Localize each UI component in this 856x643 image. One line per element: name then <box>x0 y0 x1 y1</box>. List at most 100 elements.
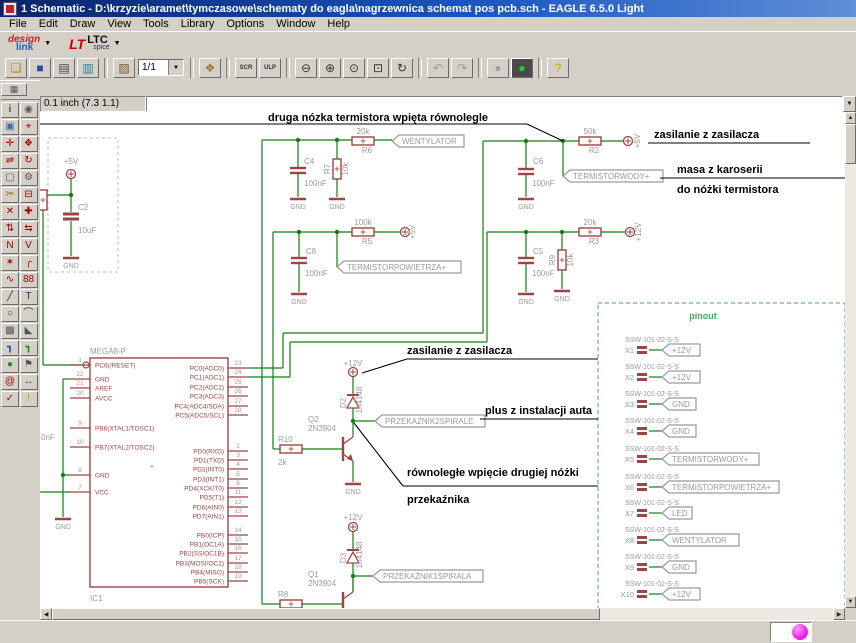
svg-text:12: 12 <box>234 499 242 506</box>
toolbar-separator <box>104 58 108 78</box>
svg-text:X5: X5 <box>625 455 634 464</box>
tool-rect-icon[interactable]: ▩ <box>1 323 19 339</box>
menu-library[interactable]: Library <box>175 18 221 30</box>
chevron-down-icon[interactable]: ▼ <box>44 40 51 47</box>
tool-group-icon[interactable]: ▢ <box>1 170 19 186</box>
menu-tools[interactable]: Tools <box>137 18 175 30</box>
command-history-dropdown[interactable]: ▼ <box>843 96 856 112</box>
save-icon[interactable]: ■ <box>29 58 51 78</box>
svg-text:21: 21 <box>76 380 84 387</box>
design-link-button[interactable]: design link ▼ <box>8 36 59 52</box>
tool-add-icon[interactable]: ✚ <box>20 204 38 220</box>
horizontal-scroll-thumb[interactable] <box>52 608 600 620</box>
tool-circle-icon[interactable]: ○ <box>1 306 19 322</box>
svg-text:R6: R6 <box>362 146 373 155</box>
board-icon[interactable]: ▧ <box>113 58 135 78</box>
svg-text:TERMISTORWODY+: TERMISTORWODY+ <box>672 455 749 464</box>
tool-junction-icon[interactable]: ● <box>1 357 19 373</box>
ltc-spice-button[interactable]: LT LTC spice ▼ <box>69 36 128 52</box>
scroll-left-icon[interactable]: ◀ <box>40 608 52 620</box>
undo-icon[interactable]: ↶ <box>427 58 449 78</box>
svg-text:0nF: 0nF <box>41 433 55 442</box>
run-script-icon[interactable]: SCR <box>235 58 257 78</box>
tool-delete-icon[interactable]: ✕ <box>1 204 19 220</box>
help-icon[interactable]: ? <box>547 58 569 78</box>
vertical-scroll-thumb[interactable] <box>845 124 856 164</box>
scroll-down-icon[interactable]: ▼ <box>845 596 856 608</box>
tool-value-icon[interactable]: V <box>20 238 38 254</box>
tool-split-icon[interactable]: ∿ <box>1 272 19 288</box>
tool-gateswap-icon[interactable]: ⇆ <box>20 221 38 237</box>
titlebar[interactable]: 1 Schematic - D:\krzyzie\aramet\tymczaso… <box>0 0 856 17</box>
tool-buttons: i◉▣⌖✛❖⇌↻▢⚙✂⊟✕✚⇅⇆NV✶╭∿88╱T○⌒▩◣┓┓●⚑@↔✓! <box>1 99 40 408</box>
tool-display-icon[interactable]: ▣ <box>1 119 19 135</box>
svg-text:C6: C6 <box>533 157 544 166</box>
tool-dimension-icon[interactable]: ↔ <box>20 374 38 390</box>
run-ulp-icon[interactable]: ULP <box>259 58 281 78</box>
stop-icon[interactable]: ● <box>487 58 509 78</box>
tool-net-icon[interactable]: ┓ <box>20 340 38 356</box>
menu-file[interactable]: File <box>3 18 33 30</box>
svg-text:PB6(XTAL1/TOSC1): PB6(XTAL1/TOSC1) <box>95 426 154 433</box>
tool-erc-icon[interactable]: ✓ <box>1 391 19 407</box>
menu-window[interactable]: Window <box>270 18 321 30</box>
menu-options[interactable]: Options <box>220 18 270 30</box>
chevron-down-icon[interactable]: ▼ <box>168 60 183 75</box>
tool-bus-icon[interactable]: ┓ <box>1 340 19 356</box>
grid-icon[interactable]: ▦ <box>1 83 27 96</box>
svg-text:GND: GND <box>95 377 110 384</box>
tool-show-icon[interactable]: ◉ <box>20 102 38 118</box>
tool-attribute-icon[interactable]: @ <box>1 374 19 390</box>
scroll-right-icon[interactable]: ▶ <box>833 608 845 620</box>
tool-wire-icon[interactable]: ╱ <box>1 289 19 305</box>
svg-text:PB5(SCK): PB5(SCK) <box>194 579 224 586</box>
zoom-in-icon[interactable]: ⊕ <box>319 58 341 78</box>
zoom-fit-icon[interactable]: ⊡ <box>367 58 389 78</box>
tool-paste-icon[interactable]: ⊟ <box>20 187 38 203</box>
schematic-canvas[interactable]: GNDGNDGNDGNDGNDGNDGNDGNDGNDWENTYLATORTER… <box>40 112 845 608</box>
horizontal-scrollbar[interactable]: ◀ ▶ <box>40 608 845 620</box>
tool-label-icon[interactable]: ⚑ <box>20 357 38 373</box>
tool-arc-icon[interactable]: ⌒ <box>20 306 38 322</box>
print-icon[interactable]: ▤ <box>53 58 75 78</box>
tool-rotate-icon[interactable]: ↻ <box>20 153 38 169</box>
addon-toolbar: design link ▼ LT LTC spice ▼ <box>0 31 856 55</box>
command-input[interactable] <box>146 96 843 112</box>
redo-icon[interactable]: ↷ <box>451 58 473 78</box>
use-icon[interactable]: ❖ <box>199 58 221 78</box>
tool-polygon-icon[interactable]: ◣ <box>20 323 38 339</box>
tool-name-icon[interactable]: N <box>1 238 19 254</box>
open-icon[interactable]: ❏ <box>5 58 27 78</box>
scroll-up-icon[interactable]: ▲ <box>845 112 856 124</box>
cam-processor-icon[interactable]: ▥ <box>77 58 99 78</box>
zoom-out-icon[interactable]: ⊖ <box>295 58 317 78</box>
tool-invoke-icon[interactable]: 88 <box>20 272 38 288</box>
go-icon[interactable]: ● <box>511 58 533 78</box>
tool-mark-icon[interactable]: ⌖ <box>20 119 38 135</box>
zoom-redraw-icon[interactable]: ↻ <box>391 58 413 78</box>
tool-cut-icon[interactable]: ✂ <box>1 187 19 203</box>
resistors[interactable] <box>40 137 601 608</box>
tool-pinswap-icon[interactable]: ⇅ <box>1 221 19 237</box>
annotations[interactable]: druga nózka termistora wpięta równolegle… <box>40 112 845 506</box>
ic-mega8[interactable]: MEGA8-PIC11PC6(/RESET)22GND21AREF20AVCC9… <box>70 347 248 603</box>
tool-miter-icon[interactable]: ╭ <box>20 255 38 271</box>
tool-smash-icon[interactable]: ✶ <box>1 255 19 271</box>
menu-edit[interactable]: Edit <box>33 18 64 30</box>
tool-move-icon[interactable]: ✛ <box>1 136 19 152</box>
pinout-box[interactable]: pinoutSSW-101-02-S-SX1+12VSSW-101-02-S-S… <box>598 303 845 608</box>
vertical-scrollbar[interactable]: ▲ ▼ <box>845 112 856 608</box>
tool-errors-icon[interactable]: ! <box>20 391 38 407</box>
tool-info-icon[interactable]: i <box>1 102 19 118</box>
tool-text-icon[interactable]: T <box>20 289 38 305</box>
menu-help[interactable]: Help <box>321 18 356 30</box>
magenta-indicator-icon[interactable] <box>792 624 808 640</box>
zoom-select-icon[interactable]: ⊙ <box>343 58 365 78</box>
menu-draw[interactable]: Draw <box>64 18 102 30</box>
sheet-selector[interactable]: 1/1▼ <box>138 59 184 76</box>
chevron-down-icon[interactable]: ▼ <box>114 40 121 47</box>
tool-change-icon[interactable]: ⚙ <box>20 170 38 186</box>
tool-mirror-icon[interactable]: ⇌ <box>1 153 19 169</box>
menu-view[interactable]: View <box>101 18 137 30</box>
tool-copy-icon[interactable]: ❖ <box>20 136 38 152</box>
